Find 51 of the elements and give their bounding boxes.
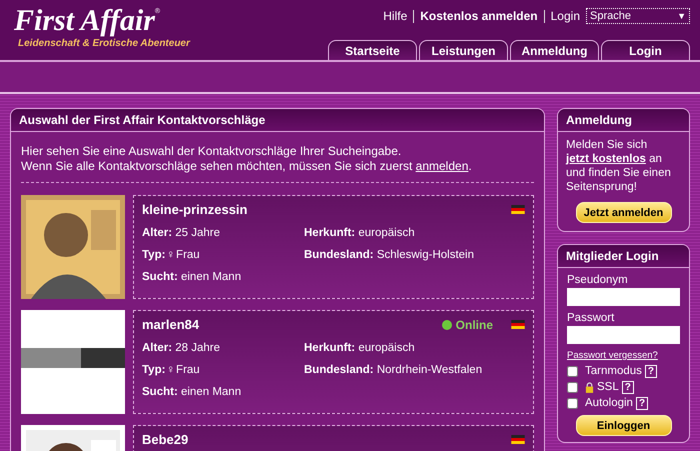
nav-tab[interactable]: Startseite <box>328 40 417 60</box>
help-button[interactable]: ? <box>636 396 648 410</box>
checkbox[interactable] <box>567 398 578 408</box>
logo-title[interactable]: First Affair <box>14 4 155 38</box>
intro-text: Wenn Sie alle Kontaktvorschläge sehen möchten, müssen Sie sich zuerst anmelden. <box>21 159 473 174</box>
panel-title: Mitglieder Login <box>558 245 689 268</box>
profile-name[interactable]: kleine-prinzessin <box>142 202 248 217</box>
top-link[interactable]: Hilfe <box>383 9 408 23</box>
profile-name[interactable]: marlen84 <box>142 317 200 332</box>
flag-icon <box>511 205 525 214</box>
profile-detail: Alter: 25 Jahre <box>142 227 221 239</box>
nav-tab[interactable]: Leistungen <box>419 40 508 60</box>
checkbox[interactable] <box>567 382 578 392</box>
profile-detail: Typ:♀Frau <box>142 249 201 261</box>
option-label: Autologin <box>585 397 633 409</box>
profile-detail: Herkunft: europäisch <box>304 342 416 354</box>
forgot-password-link[interactable]: Passwort vergessen? <box>567 350 680 361</box>
login-button[interactable]: Einloggen <box>576 415 672 436</box>
nav-tab[interactable]: Anmeldung <box>510 40 599 60</box>
tagline: Leidenschaft & Erotische Abenteuer <box>18 38 190 49</box>
top-link[interactable]: Kostenlos anmelden <box>420 9 538 23</box>
panel-title: Anmeldung <box>558 109 689 132</box>
intro-text: Hier sehen Sie eine Auswahl der Kontaktvorschläge Ihrer Sucheingabe. <box>21 144 402 159</box>
field-label: Pseudonym <box>567 274 629 286</box>
free-signup-link[interactable]: jetzt kostenlos <box>566 153 646 165</box>
signup-text: Melden Sie sich jetzt kostenlos an und finden Sie einen Seitensprung! <box>566 138 672 194</box>
help-button[interactable]: ? <box>622 380 634 394</box>
help-button[interactable]: ? <box>644 364 657 378</box>
panel-title: Auswahl der First Affair Kontaktvorschläge <box>11 109 544 132</box>
profile-detail: Typ:♀Frau <box>142 364 201 376</box>
profile-name[interactable]: Bebe29 <box>142 432 188 447</box>
profile-detail: Sucht: einen Mann <box>142 386 242 398</box>
checkbox[interactable] <box>567 366 578 376</box>
signup-link[interactable]: anmelden <box>416 159 468 173</box>
signup-button[interactable]: Jetzt anmelden <box>576 202 672 223</box>
flag-icon <box>511 320 525 329</box>
profile-detail: Herkunft: europäisch <box>304 227 416 239</box>
username-field[interactable] <box>567 288 680 306</box>
password-field[interactable] <box>567 326 680 344</box>
field-label: Passwort <box>567 312 616 324</box>
profile-detail: Sucht: einen Mann <box>142 271 242 283</box>
top-link[interactable]: Login <box>550 9 580 23</box>
profile-detail: Alter: 28 Jahre <box>142 342 221 354</box>
language-select[interactable]: Sprache ▼ <box>586 8 690 24</box>
option-label: SSL <box>597 381 619 393</box>
profile-detail: Bundesland: Schleswig-Holstein <box>304 249 475 261</box>
profile-detail: Bundesland: Nordrhein-Westfalen <box>304 364 484 376</box>
option-label: Tarnmodus <box>585 365 642 377</box>
nav-tab[interactable]: Login <box>601 40 690 60</box>
online-status: Online <box>456 318 493 332</box>
flag-icon <box>511 435 525 444</box>
